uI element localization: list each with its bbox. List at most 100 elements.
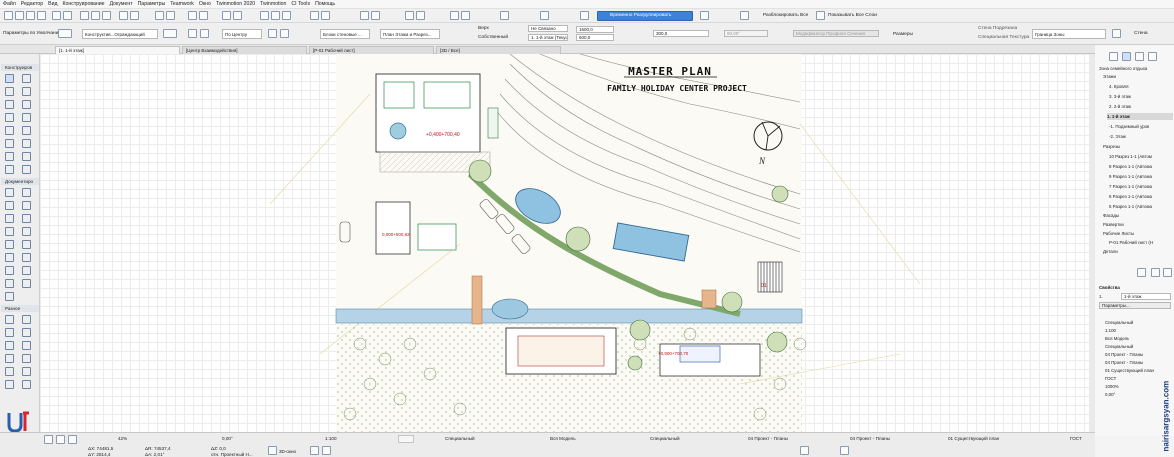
properties-name-field[interactable]: 1-й этаж	[1121, 293, 1171, 300]
layer-combo-value[interactable]: Специальный	[445, 436, 475, 441]
nav-section-9[interactable]: 9 Разрез 1-1 (Автома	[1109, 173, 1152, 180]
scale-value[interactable]: 1:100	[325, 436, 337, 441]
settings-icon[interactable]	[580, 11, 589, 20]
toolbox-section-design[interactable]: Конструиров	[1, 64, 39, 71]
text-tool-icon[interactable]	[5, 201, 14, 210]
elevation-marker-icon[interactable]	[22, 367, 31, 376]
redo-icon[interactable]	[63, 11, 72, 20]
layout-book-icon[interactable]	[1135, 52, 1144, 61]
roof-tool-icon[interactable]	[5, 100, 14, 109]
eyedropper-icon[interactable]	[22, 380, 31, 389]
toolbox-section-document[interactable]: Документиро	[1, 178, 39, 185]
straight-wall-icon[interactable]	[188, 29, 197, 38]
print-icon[interactable]	[37, 11, 46, 20]
menu-document[interactable]: Документ	[110, 1, 133, 7]
nav-section-5[interactable]: 5 Разрез 1-1 (Автома	[1109, 203, 1152, 210]
menu-twinmotion-2020[interactable]: Twinmotion 2020	[216, 1, 255, 7]
snap-icon[interactable]	[800, 446, 809, 455]
prop-model-view[interactable]: 04 Проект - Планы	[1105, 351, 1143, 358]
reference-level[interactable]: отн. Проектный Н...	[211, 452, 253, 457]
hotspot-tool-icon[interactable]	[5, 315, 14, 324]
window-tool-icon[interactable]	[22, 113, 31, 122]
angle-field[interactable]: 90,00°	[724, 30, 768, 37]
nav-worksheet-r01[interactable]: Р-01 Рабочий лист (Н	[1109, 239, 1153, 246]
section-icon[interactable]	[102, 11, 111, 20]
save-icon[interactable]	[26, 11, 35, 20]
offset-icon[interactable]	[405, 11, 414, 20]
section-tool-icon[interactable]	[22, 240, 31, 249]
nav-floor-1[interactable]: 1. 1-й этаж	[1107, 113, 1173, 120]
new-view-icon[interactable]	[1151, 268, 1160, 277]
door-tool-icon[interactable]	[5, 113, 14, 122]
publish-icon[interactable]	[500, 11, 509, 20]
line-tool-icon[interactable]	[22, 214, 31, 223]
nav-section-10[interactable]: 10 Разрез 1-1 (Автом	[1109, 153, 1152, 160]
model-view-value[interactable]: Вся Модель	[550, 436, 576, 441]
level-dimension-tool-icon[interactable]	[22, 188, 31, 197]
tab-floor-1[interactable]: [1. 1-й этаж]	[55, 46, 180, 54]
floor-plan-icon[interactable]	[80, 11, 89, 20]
nav-sweeps[interactable]: Развертки	[1103, 221, 1124, 228]
nav-floor-2[interactable]: 2. 2-й этаж	[1109, 103, 1131, 110]
wall-settings-icon[interactable]	[58, 29, 72, 38]
menu-options[interactable]: Параметры	[138, 1, 166, 7]
move-icon[interactable]	[260, 11, 269, 20]
floor-plan-canvas[interactable]: N MASTER PLAN FAMILY HOLIDAY CENTER PROJ…	[40, 54, 1095, 432]
ungroup-icon[interactable]	[233, 11, 242, 20]
object-tool-icon[interactable]	[5, 152, 14, 161]
worksheet-tool-icon[interactable]	[5, 266, 14, 275]
nav-sections-group[interactable]: Разрезы	[1103, 143, 1120, 150]
grid-snap-icon[interactable]	[119, 11, 128, 20]
nav-floor-minus-2[interactable]: -2. Этаж	[1109, 133, 1126, 140]
undo-icon[interactable]	[52, 11, 61, 20]
menu-help[interactable]: Помощь	[315, 1, 335, 7]
layer-combo-button[interactable]	[398, 435, 414, 443]
plan-options-value[interactable]: 04 Проект - Планы	[748, 436, 788, 441]
geometry-method-icon[interactable]	[163, 29, 177, 38]
suspend-groups-icon[interactable]	[700, 11, 709, 20]
selection-icon[interactable]	[155, 11, 164, 20]
fit-window-icon[interactable]	[68, 435, 77, 444]
nav-section-6[interactable]: 6 Разрез 1-1 (Автома	[1109, 193, 1152, 200]
nav-root[interactable]: Зона семейного отдыха	[1099, 65, 1147, 72]
mesh-tool-icon[interactable]	[5, 165, 14, 174]
rotate-icon[interactable]	[271, 11, 280, 20]
properties-params-button[interactable]: Параметры...	[1099, 302, 1171, 309]
fill-tool-icon[interactable]	[5, 214, 14, 223]
home-floor-field[interactable]: 1. 1-й этаж (Текущий)	[528, 34, 568, 41]
renovation-filter-value[interactable]: 01 Существующий план	[948, 436, 999, 441]
view-3d-icon[interactable]	[268, 446, 277, 455]
prop-layer-combo[interactable]: Специальный	[1105, 319, 1133, 326]
beam-tool-icon[interactable]	[5, 87, 14, 96]
angle-tool-icon[interactable]	[22, 341, 31, 350]
settings-icon[interactable]	[1137, 268, 1146, 277]
slab-tool-icon[interactable]	[22, 87, 31, 96]
curved-wall-icon[interactable]	[200, 29, 209, 38]
arc-tool-icon[interactable]	[5, 227, 14, 236]
profile-modifier-field[interactable]: Модификатор Профиля Сечения	[793, 30, 879, 37]
swap-icon[interactable]	[280, 29, 289, 38]
nav-section-7[interactable]: 7 Разрез 1-1 (Автома	[1109, 183, 1152, 190]
menu-twinmotion[interactable]: Twinmotion	[260, 1, 286, 7]
tab-worksheet[interactable]: [Р-01 Рабочий лист]	[309, 46, 434, 54]
group-icon[interactable]	[222, 11, 231, 20]
radial-tool-icon[interactable]	[22, 354, 31, 363]
zoom-out-icon[interactable]	[56, 435, 65, 444]
layers-icon[interactable]	[188, 11, 197, 20]
tab-interaction-center[interactable]: [Центр Взаимодействия]	[182, 46, 307, 54]
detail-tool-icon[interactable]	[22, 253, 31, 262]
reference-line-select[interactable]: По Центру	[222, 29, 262, 39]
grid-tool-icon[interactable]	[22, 279, 31, 288]
split-icon[interactable]	[371, 11, 380, 20]
project-map-icon[interactable]	[1109, 52, 1118, 61]
prop-zoom[interactable]: 1000%	[1105, 383, 1119, 390]
dimension-standard-value[interactable]: ГОСТ	[1070, 436, 1082, 441]
prop-structure[interactable]: Вся Модель	[1105, 335, 1129, 342]
dimension-tool-icon[interactable]	[5, 188, 14, 197]
height-field[interactable]: 1600,0	[576, 26, 614, 33]
graphic-override-value[interactable]: 04 Проект - Планы	[850, 436, 890, 441]
drawing-tool-icon[interactable]	[5, 240, 14, 249]
view-3d-icon[interactable]	[91, 11, 100, 20]
walk-icon[interactable]	[322, 446, 331, 455]
construction-method-select[interactable]: Конструктив...Ограждающий	[82, 29, 158, 39]
